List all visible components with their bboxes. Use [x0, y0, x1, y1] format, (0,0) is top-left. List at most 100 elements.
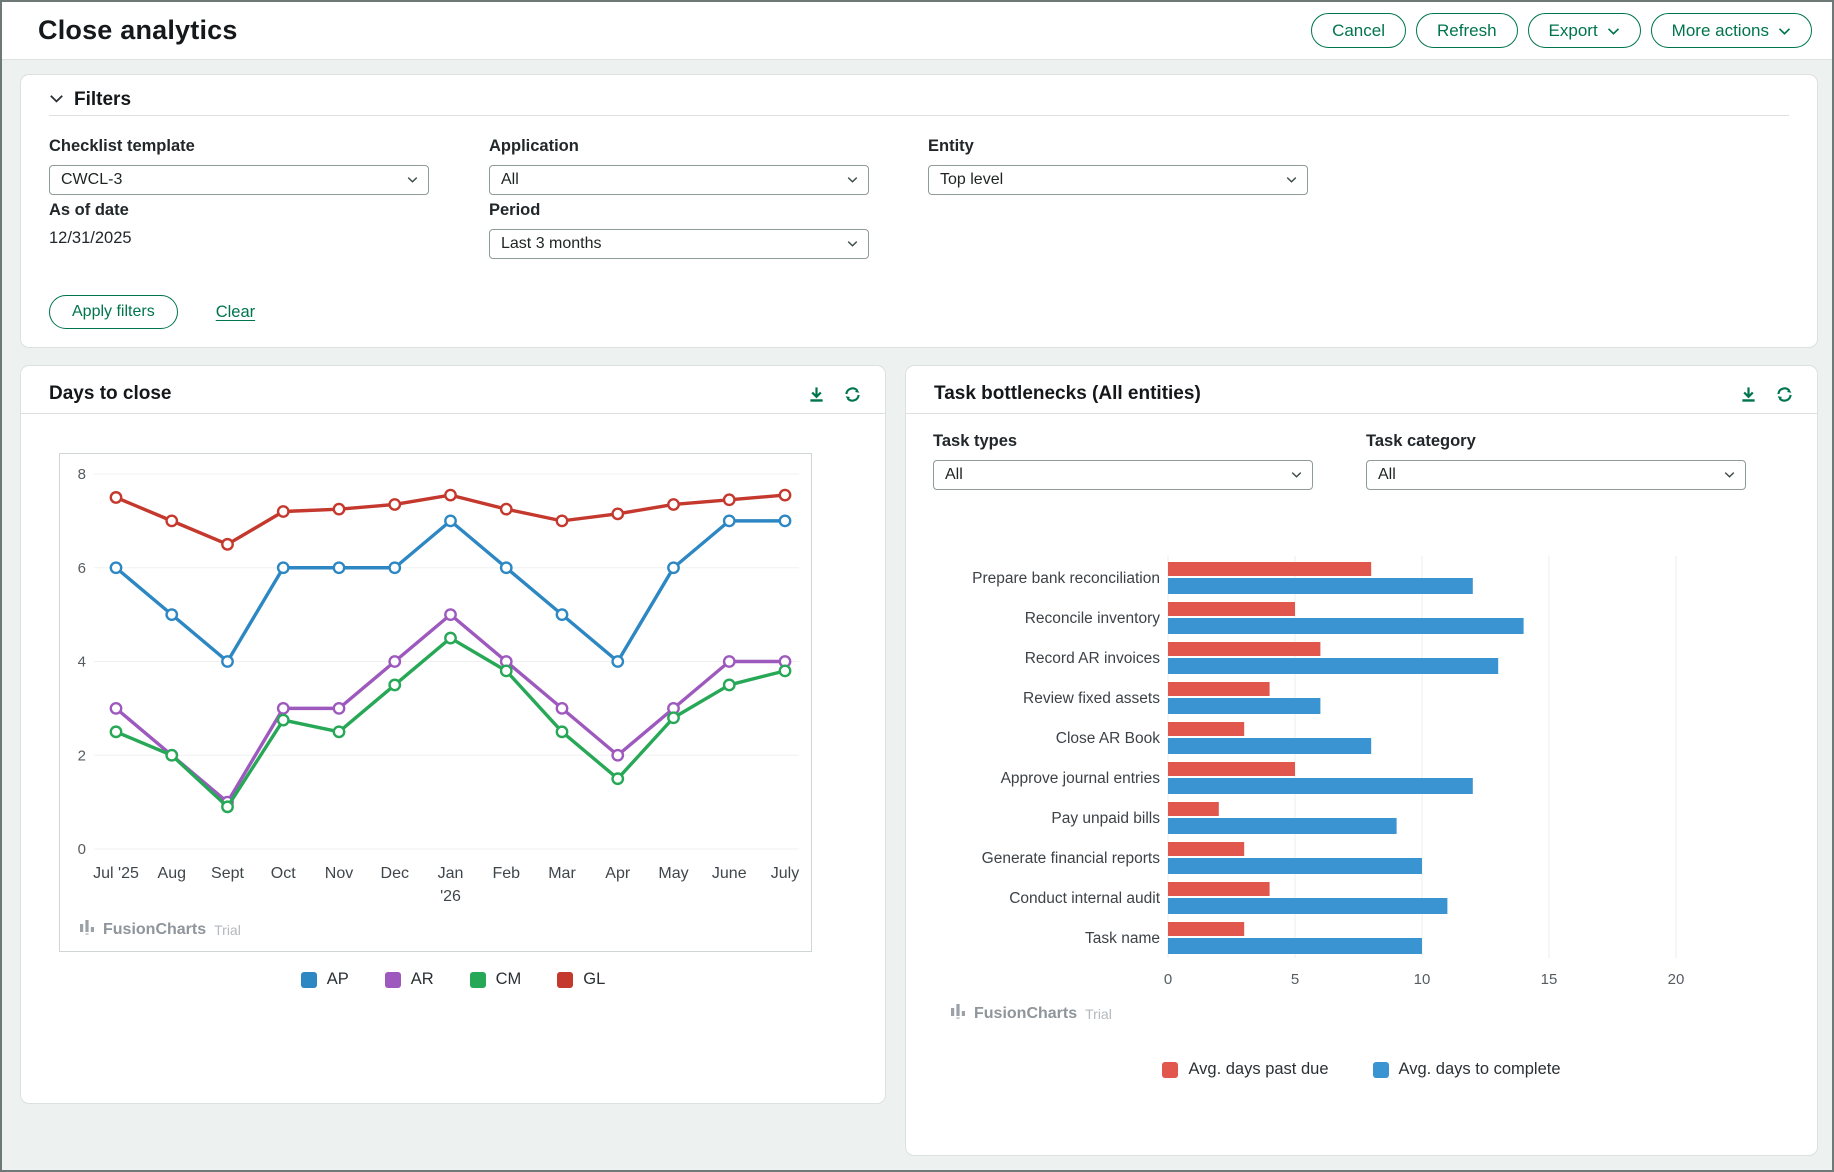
- chevron-down-icon: [1286, 171, 1297, 189]
- refresh-icon[interactable]: [1773, 383, 1796, 406]
- svg-text:8: 8: [78, 466, 86, 483]
- app-header: Close analytics Cancel Refresh Export Mo…: [2, 2, 1832, 60]
- application-select[interactable]: All: [489, 165, 869, 195]
- legend-label: AR: [411, 970, 434, 989]
- period-select[interactable]: Last 3 months: [489, 229, 869, 259]
- svg-text:June: June: [712, 865, 747, 882]
- apply-filters-label: Apply filters: [72, 303, 155, 321]
- entity-field: Entity Top level: [928, 137, 1308, 195]
- svg-text:Task name: Task name: [1085, 930, 1160, 947]
- svg-text:Oct: Oct: [271, 865, 296, 882]
- divider: [906, 413, 1817, 414]
- more-actions-button[interactable]: More actions: [1651, 13, 1812, 48]
- task-types-select[interactable]: All: [933, 460, 1313, 490]
- svg-text:Prepare bank reconciliation: Prepare bank reconciliation: [972, 570, 1160, 587]
- as-of-date-field: As of date 12/31/2025: [49, 201, 429, 248]
- svg-text:'26: '26: [440, 888, 461, 905]
- legend-item[interactable]: CM: [470, 970, 522, 989]
- header-actions: Cancel Refresh Export More actions: [1311, 13, 1812, 48]
- application-label: Application: [489, 137, 869, 156]
- refresh-button-label: Refresh: [1437, 21, 1497, 41]
- filters-panel: Filters Checklist template CWCL-3 Applic…: [20, 74, 1818, 348]
- task-category-label: Task category: [1366, 432, 1746, 451]
- svg-text:Generate financial reports: Generate financial reports: [982, 850, 1161, 867]
- page-title: Close analytics: [38, 15, 238, 46]
- entity-select[interactable]: Top level: [928, 165, 1308, 195]
- svg-text:Review fixed assets: Review fixed assets: [1023, 690, 1160, 707]
- svg-text:Reconcile inventory: Reconcile inventory: [1025, 610, 1161, 627]
- task-bottlenecks-panel: Task bottlenecks (All entities) Task typ…: [905, 365, 1818, 1156]
- chevron-down-icon: [1724, 466, 1735, 484]
- svg-text:2: 2: [78, 747, 86, 764]
- clear-filters-link[interactable]: Clear: [216, 303, 255, 322]
- checklist-template-value: CWCL-3: [61, 171, 122, 189]
- svg-text:Conduct internal audit: Conduct internal audit: [1009, 890, 1160, 907]
- filters-collapse-toggle[interactable]: Filters: [49, 89, 131, 111]
- legend-label: CM: [496, 970, 522, 989]
- legend-item[interactable]: AP: [301, 970, 349, 989]
- download-icon[interactable]: [1737, 383, 1760, 406]
- watermark-suffix: Trial: [214, 922, 241, 938]
- task-category-field: Task category All: [1366, 432, 1746, 490]
- svg-text:Record AR invoices: Record AR invoices: [1025, 650, 1161, 667]
- legend-item[interactable]: Avg. days past due: [1162, 1060, 1328, 1079]
- svg-text:Nov: Nov: [325, 865, 353, 882]
- svg-text:Close AR Book: Close AR Book: [1056, 730, 1160, 747]
- application-value: All: [501, 171, 519, 189]
- page: Close analytics Cancel Refresh Export Mo…: [0, 0, 1834, 1172]
- svg-text:Jan: Jan: [438, 865, 464, 882]
- legend-item[interactable]: GL: [557, 970, 605, 989]
- download-icon[interactable]: [805, 383, 828, 406]
- svg-text:6: 6: [78, 560, 86, 577]
- svg-text:4: 4: [78, 654, 86, 671]
- bar-chart-icon: [951, 1003, 966, 1024]
- legend-item[interactable]: Avg. days to complete: [1373, 1060, 1561, 1079]
- svg-text:Approve journal entries: Approve journal entries: [1001, 770, 1161, 787]
- chevron-down-icon: [1778, 21, 1791, 41]
- period-field: Period Last 3 months: [489, 201, 869, 259]
- fusioncharts-watermark: FusionCharts Trial: [951, 1003, 1112, 1024]
- more-actions-button-label: More actions: [1672, 21, 1769, 41]
- refresh-button[interactable]: Refresh: [1416, 13, 1518, 48]
- svg-text:Apr: Apr: [605, 865, 631, 882]
- days-to-close-header: Days to close: [49, 383, 864, 406]
- period-label: Period: [489, 201, 869, 220]
- export-button[interactable]: Export: [1528, 13, 1641, 48]
- as-of-date-label: As of date: [49, 201, 429, 220]
- svg-text:Feb: Feb: [492, 865, 520, 882]
- chevron-down-icon: [847, 235, 858, 253]
- period-value: Last 3 months: [501, 235, 602, 253]
- legend-swatch: [1162, 1062, 1178, 1078]
- legend-label: AP: [327, 970, 349, 989]
- legend-label: Avg. days to complete: [1399, 1060, 1561, 1079]
- checklist-template-field: Checklist template CWCL-3: [49, 137, 429, 195]
- task-bottlenecks-title: Task bottlenecks (All entities): [934, 383, 1201, 405]
- svg-text:15: 15: [1541, 971, 1558, 988]
- legend-swatch: [1373, 1062, 1389, 1078]
- filters-actions: Apply filters Clear: [49, 295, 255, 329]
- task-category-select[interactable]: All: [1366, 460, 1746, 490]
- checklist-template-select[interactable]: CWCL-3: [49, 165, 429, 195]
- refresh-icon[interactable]: [841, 383, 864, 406]
- svg-text:20: 20: [1668, 971, 1685, 988]
- task-types-field: Task types All: [933, 432, 1313, 490]
- apply-filters-button[interactable]: Apply filters: [49, 295, 178, 329]
- legend-label: Avg. days past due: [1188, 1060, 1328, 1079]
- legend-swatch: [301, 972, 317, 988]
- svg-text:Aug: Aug: [158, 865, 186, 882]
- days-to-close-panel: Days to close 02468Jul '25AugSeptOctNovD…: [20, 365, 886, 1104]
- svg-text:Jul '25: Jul '25: [93, 865, 139, 882]
- watermark-suffix: Trial: [1085, 1006, 1112, 1022]
- entity-label: Entity: [928, 137, 1308, 156]
- legend-swatch: [470, 972, 486, 988]
- filters-title: Filters: [74, 89, 131, 111]
- days-to-close-chart: 02468Jul '25AugSeptOctNovDecJan'26FebMar…: [59, 453, 812, 952]
- watermark-brand: FusionCharts: [974, 1005, 1077, 1023]
- as-of-date-value: 12/31/2025: [49, 229, 429, 248]
- application-field: Application All: [489, 137, 869, 195]
- svg-text:10: 10: [1414, 971, 1431, 988]
- legend-item[interactable]: AR: [385, 970, 434, 989]
- legend-swatch: [385, 972, 401, 988]
- legend-swatch: [557, 972, 573, 988]
- cancel-button[interactable]: Cancel: [1311, 13, 1406, 48]
